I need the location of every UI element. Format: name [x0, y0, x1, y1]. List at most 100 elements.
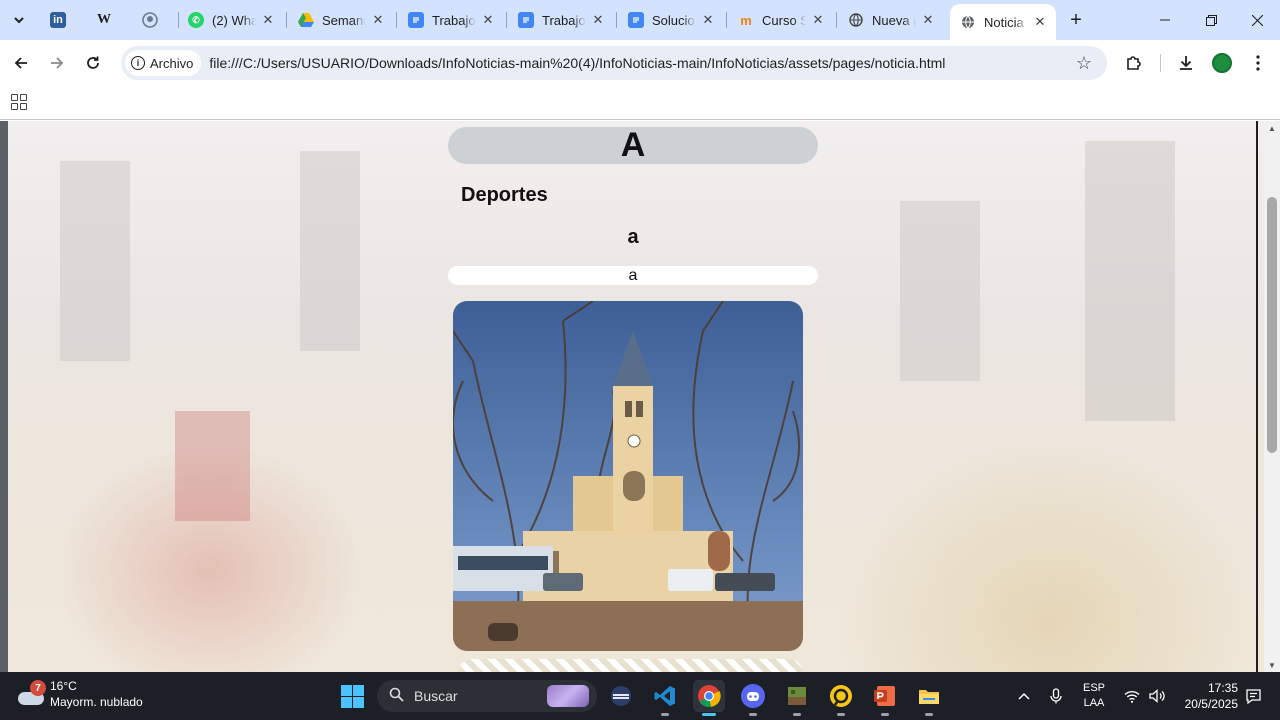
search-icon [389, 687, 404, 706]
taskbar-search-box[interactable]: Buscar [377, 680, 597, 712]
taskbar-app-minecraft[interactable] [781, 680, 813, 716]
page-right-border [1256, 121, 1258, 672]
taskbar-app-utility[interactable] [825, 680, 857, 716]
system-clock[interactable]: 17:35 20/5/2025 [1176, 672, 1238, 720]
tab-separator [506, 12, 507, 28]
close-icon[interactable]: ✕ [810, 12, 826, 28]
close-icon[interactable]: ✕ [700, 12, 716, 28]
notifications-button[interactable] [1242, 672, 1264, 720]
chevron-down-icon [14, 17, 24, 24]
powerpoint-icon [874, 686, 895, 706]
url-text[interactable]: file:///C:/Users/USUARIO/Downloads/InfoN… [209, 55, 1069, 71]
tab-pinned-github[interactable] [132, 6, 172, 34]
profile-avatar[interactable] [1212, 53, 1232, 73]
whatsapp-icon: ✆ [188, 12, 204, 28]
taskbar-app-chrome[interactable] [693, 680, 725, 716]
taskbar-app-file-explorer[interactable] [913, 680, 945, 716]
microphone-button[interactable] [1044, 672, 1068, 720]
vertical-scrollbar[interactable]: ▲ ▼ [1264, 121, 1280, 672]
tab-title: Trabajo [542, 12, 586, 28]
tab-pinned-linkedin[interactable]: in [40, 6, 78, 34]
vpn-app-icon [611, 686, 631, 706]
notification-icon [1245, 688, 1261, 704]
background-building [300, 151, 360, 351]
scrollbar-thumb[interactable] [1267, 197, 1277, 453]
downloads-button[interactable] [1172, 49, 1200, 77]
close-window-button[interactable] [1234, 0, 1280, 40]
windows-taskbar: 7 16°C Mayorm. nublado Buscar ESP LAA 17… [0, 672, 1280, 720]
news-category: Deportes [461, 184, 548, 206]
reload-button[interactable] [79, 49, 107, 77]
back-button[interactable] [7, 49, 35, 77]
restore-icon [1205, 14, 1217, 26]
wikipedia-icon: W [97, 12, 111, 27]
taskbar-app-powerpoint[interactable] [869, 680, 901, 716]
site-info-label: Archivo [150, 55, 194, 71]
site-info-chip[interactable]: i Archivo [125, 50, 202, 76]
tab-separator [726, 12, 727, 28]
wifi-status[interactable] [1120, 672, 1144, 720]
puzzle-icon [1127, 56, 1141, 70]
google-docs-icon [408, 12, 424, 28]
volume-status[interactable] [1145, 672, 1169, 720]
close-icon[interactable]: ✕ [260, 12, 276, 28]
tab-title: Noticia [984, 14, 1024, 30]
close-icon[interactable]: ✕ [370, 12, 386, 28]
tab-docs-trabajo-2[interactable]: Trabajo ✕ [508, 6, 614, 34]
forward-button[interactable] [43, 49, 71, 77]
language-indicator[interactable]: ESP LAA [1076, 672, 1112, 720]
tab-separator [616, 12, 617, 28]
bookmarks-bar [0, 86, 1280, 120]
close-icon[interactable]: ✕ [480, 12, 496, 28]
search-highlight-image [547, 685, 589, 707]
tray-overflow-button[interactable] [1012, 672, 1036, 720]
restore-button[interactable] [1188, 0, 1234, 40]
linkedin-icon: in [50, 12, 66, 28]
tab-moodle-curso[interactable]: m Curso S ✕ [728, 6, 834, 34]
google-drive-icon [298, 12, 314, 28]
cloud-weather-icon: 7 [16, 680, 46, 708]
taskbar-app-discord[interactable] [737, 680, 769, 716]
close-icon [1251, 14, 1263, 26]
reload-icon [87, 56, 99, 69]
tab-strip: in W ✆ (2) WhatsApp ✕ Semana ✕ Trabajo ✕… [0, 0, 1280, 40]
chrome-icon [698, 685, 721, 708]
wifi-icon [1124, 690, 1140, 703]
tab-noticia[interactable]: Noticia ✕ [950, 4, 1056, 40]
globe-icon [960, 14, 976, 30]
tab-nueva[interactable]: Nueva p ✕ [838, 6, 944, 34]
scroll-up-icon[interactable]: ▲ [1264, 121, 1280, 135]
weather-widget[interactable]: 7 16°C Mayorm. nublado [16, 678, 143, 710]
browser-menu-button[interactable] [1244, 49, 1272, 77]
windows-start-icon[interactable] [341, 685, 364, 708]
tab-search-button[interactable] [6, 7, 32, 33]
chevron-up-icon [1018, 692, 1030, 700]
tab-title: Trabajo [432, 12, 476, 28]
new-tab-button[interactable]: + [1063, 7, 1089, 33]
minecraft-icon [788, 687, 806, 705]
folder-icon [919, 690, 939, 704]
google-docs-icon [628, 12, 644, 28]
clock-time: 17:35 [1207, 681, 1238, 695]
close-icon[interactable]: ✕ [590, 12, 606, 28]
minimize-button[interactable] [1142, 0, 1188, 40]
tab-whatsapp[interactable]: ✆ (2) WhatsApp ✕ [178, 6, 284, 34]
tab-pinned-wikipedia[interactable]: W [86, 6, 126, 34]
tab-separator [836, 12, 837, 28]
close-icon[interactable]: ✕ [1032, 14, 1048, 30]
news-photo [453, 301, 803, 651]
tab-drive[interactable]: Semana ✕ [288, 6, 394, 34]
taskbar-app-vscode[interactable] [649, 680, 681, 716]
address-bar[interactable]: i Archivo file:///C:/Users/USUARIO/Downl… [121, 46, 1107, 80]
extensions-button[interactable] [1120, 49, 1148, 77]
taskbar-app-vpn[interactable] [605, 680, 637, 712]
bookmark-star-icon[interactable]: ☆ [1069, 53, 1099, 74]
tab-docs-solucion[interactable]: Solucio ✕ [618, 6, 724, 34]
tab-docs-trabajo-1[interactable]: Trabajo ✕ [398, 6, 504, 34]
close-icon[interactable]: ✕ [920, 12, 936, 28]
apps-grid-icon[interactable] [11, 94, 27, 110]
scroll-down-icon[interactable]: ▼ [1264, 658, 1280, 672]
minimize-icon [1160, 19, 1170, 21]
tab-separator [286, 12, 287, 28]
info-icon: i [131, 56, 145, 70]
